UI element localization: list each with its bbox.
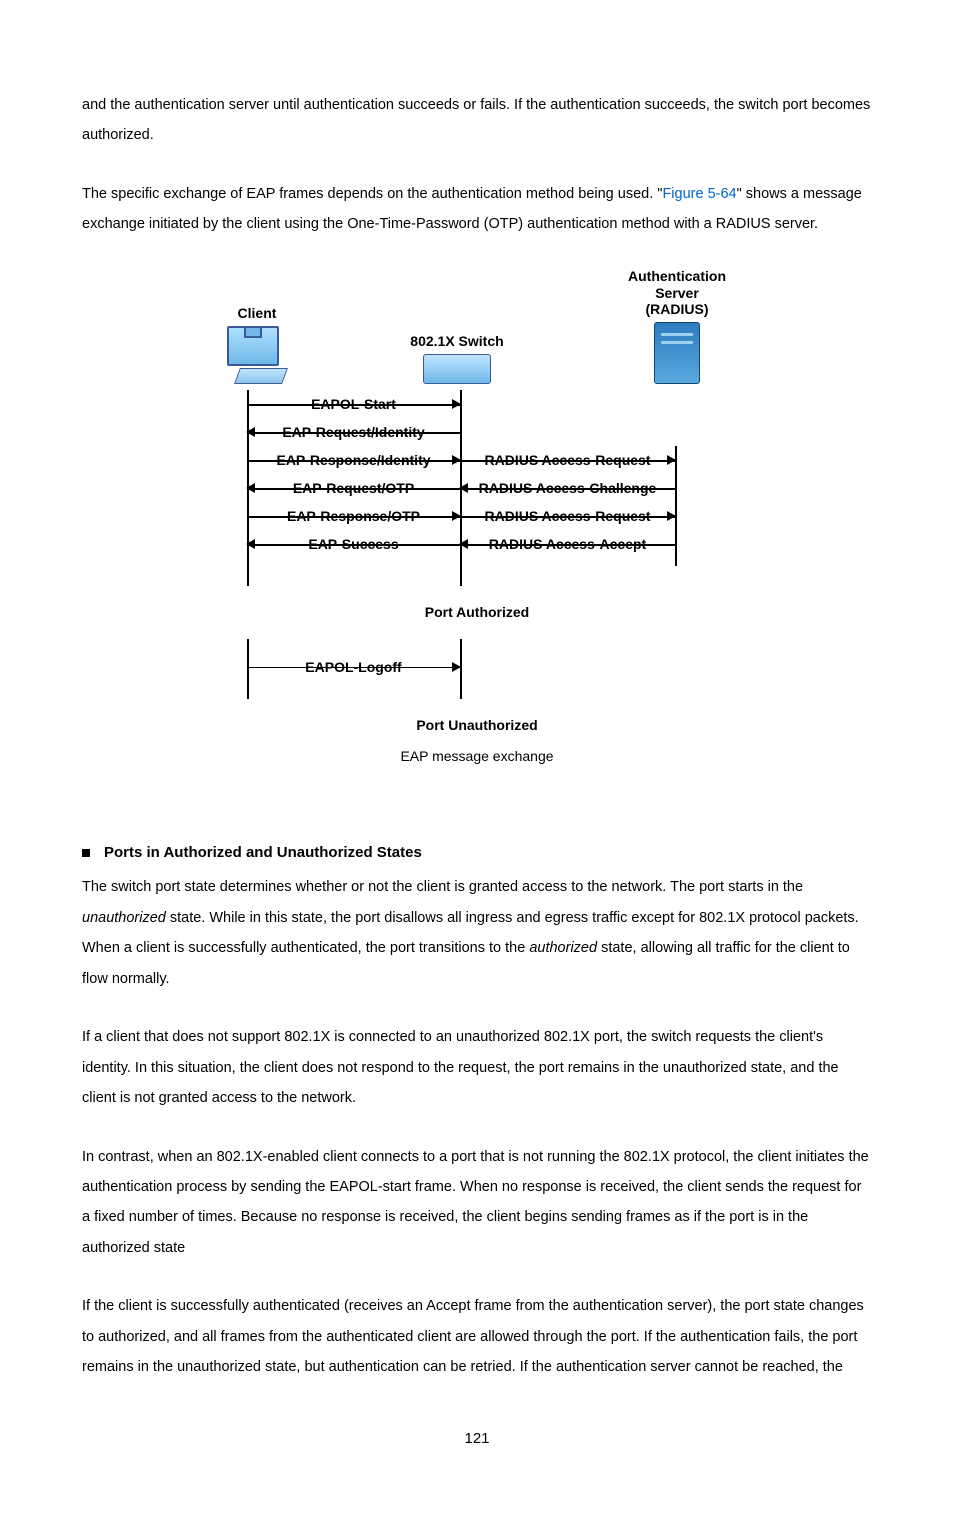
- text: The specific exchange of EAP frames depe…: [82, 186, 662, 202]
- term-unauthorized: unauthorized: [82, 910, 166, 926]
- paragraph-states-1: The switch port state determines whether…: [82, 872, 872, 994]
- term-authorized: authorized: [529, 940, 597, 956]
- msg-radius-challenge: RADIUS Access-Challenge: [460, 474, 675, 502]
- msg-eap-resp-otp: EAP-Response/OTP: [247, 502, 460, 530]
- figure-reference-link[interactable]: Figure 5-64: [662, 186, 736, 202]
- paragraph-intro-2: The specific exchange of EAP frames depe…: [82, 179, 872, 240]
- msg-eap-success: EAP-Success: [247, 530, 460, 558]
- state-port-authorized: Port Authorized: [217, 604, 737, 621]
- section-heading-row: Ports in Authorized and Unauthorized Sta…: [82, 837, 872, 869]
- section-heading: Ports in Authorized and Unauthorized Sta…: [104, 837, 422, 869]
- msg-eap-resp-identity: EAP-Response/Identity: [247, 446, 460, 474]
- server-icon: [654, 322, 700, 384]
- paragraph-intro-1: and the authentication server until auth…: [82, 90, 872, 151]
- figure-eap-exchange: Client 802.1X Switch Authentication Serv…: [82, 268, 872, 767]
- msg-eap-req-identity: EAP-Request/Identity: [247, 418, 460, 446]
- switch-icon: [423, 354, 491, 384]
- paragraph-states-3: In contrast, when an 802.1X-enabled clie…: [82, 1142, 872, 1264]
- msg-radius-req-2: RADIUS Access-Request: [460, 502, 675, 530]
- node-label-server: Authentication Server (RADIUS): [628, 268, 726, 318]
- bullet-icon: [82, 849, 90, 857]
- page-number: 121: [82, 1423, 872, 1455]
- msg-eapol-logoff: EAPOL-Logoff: [247, 653, 460, 681]
- client-icon: [227, 326, 287, 384]
- msg-radius-accept: RADIUS Access-Accept: [460, 530, 675, 558]
- node-label-switch: 802.1X Switch: [410, 333, 503, 350]
- state-port-unauthorized: Port Unauthorized: [217, 717, 737, 734]
- paragraph-states-4: If the client is successfully authentica…: [82, 1291, 872, 1382]
- node-label-client: Client: [238, 305, 277, 322]
- msg-eap-req-otp: EAP-Request/OTP: [247, 474, 460, 502]
- figure-caption: EAP message exchange: [82, 747, 872, 767]
- msg-radius-req-1: RADIUS Access-Request: [460, 446, 675, 474]
- paragraph-states-2: If a client that does not support 802.1X…: [82, 1022, 872, 1113]
- sequence-diagram: Client 802.1X Switch Authentication Serv…: [217, 268, 737, 738]
- msg-eapol-start: EAPOL-Start: [247, 390, 460, 418]
